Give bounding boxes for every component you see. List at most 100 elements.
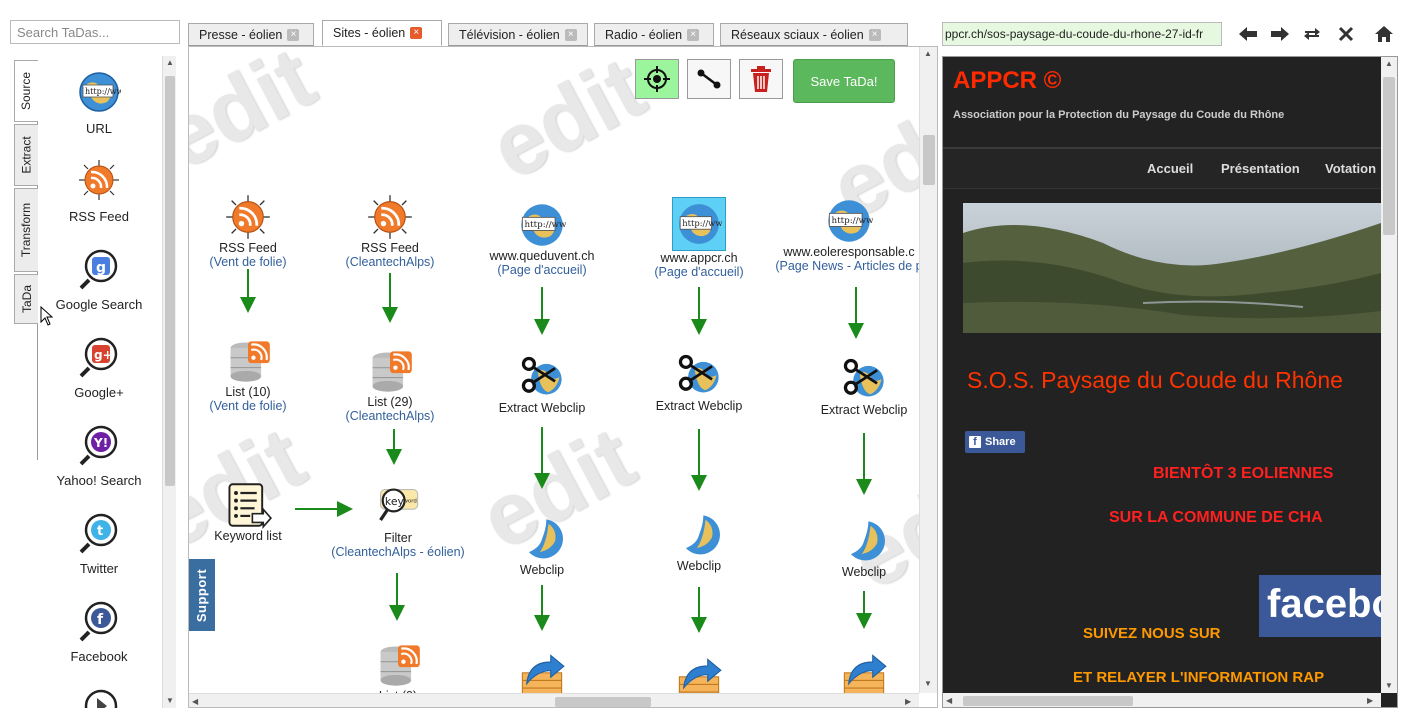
close-icon[interactable]: ×: [687, 28, 700, 41]
canvas-horizontal-scrollbar[interactable]: ◀ ▶: [189, 693, 919, 707]
connect-mode-button[interactable]: [635, 59, 679, 99]
node-filter[interactable]: key word Filter (CleantechAlps - éolien): [323, 483, 473, 559]
node-title: List (29): [367, 395, 413, 409]
node-subtitle: (Page News - Articles de p: [775, 259, 923, 273]
draw-connection-button[interactable]: [687, 59, 731, 99]
scroll-left-icon[interactable]: ◀: [192, 697, 198, 706]
node-extract-webclip[interactable]: Extract Webclip: [467, 353, 617, 415]
palette-label-twitter: Twitter: [79, 561, 119, 576]
close-icon[interactable]: ×: [868, 28, 881, 41]
tab-label: Réseaux sciaux - éolien: [731, 27, 864, 42]
node-webclip[interactable]: Webclip: [789, 517, 937, 579]
url-globe-icon: http://ww: [828, 200, 873, 242]
tab-source-label: Source: [19, 71, 34, 111]
node-title: www.eoleresponsable.c: [783, 245, 915, 259]
page-hscroll-thumb[interactable]: [963, 696, 1133, 706]
node-webclip[interactable]: Webclip: [624, 511, 774, 573]
scroll-up-icon[interactable]: ▲: [924, 49, 932, 58]
support-tab[interactable]: Support: [189, 559, 215, 631]
node-output[interactable]: [467, 651, 617, 699]
node-extract-webclip[interactable]: Extract Webclip: [789, 355, 937, 417]
site-nav-votation[interactable]: Votation: [1325, 161, 1376, 176]
back-arrow-icon[interactable]: [1236, 22, 1260, 46]
palette-item-facebook[interactable]: f Facebook: [38, 598, 160, 664]
node-url-selected[interactable]: http://ww www.appcr.ch (Page d'accueil): [624, 197, 774, 279]
close-icon[interactable]: ×: [287, 28, 300, 41]
palette-item-rss-feed[interactable]: RSS Feed: [38, 158, 160, 224]
palette-scrollbar[interactable]: ▲ ▼: [162, 56, 176, 708]
svg-text:http://ww: http://ww: [682, 218, 722, 228]
web-page-preview[interactable]: APPCR © Association pour la Protection d…: [942, 56, 1398, 708]
scroll-left-icon[interactable]: ◀: [946, 696, 952, 705]
refresh-icon[interactable]: [1300, 22, 1324, 46]
canvas-vscroll-thumb[interactable]: [923, 135, 935, 185]
delete-button[interactable]: [739, 59, 783, 99]
scissors-globe-icon: [521, 356, 562, 395]
node-subtitle: (Page d'accueil): [654, 265, 744, 279]
scissors-globe-icon: [843, 358, 884, 397]
url-globe-icon: http://ww: [79, 72, 124, 112]
node-title: Webclip: [841, 565, 887, 579]
tab-source[interactable]: Source: [14, 60, 38, 122]
scroll-down-icon[interactable]: ▼: [166, 696, 174, 705]
search-input[interactable]: [10, 20, 180, 44]
close-icon[interactable]: ×: [564, 28, 577, 41]
page-vertical-scrollbar[interactable]: ▲ ▼: [1381, 57, 1397, 693]
palette-label-google-plus: Google+: [74, 385, 124, 400]
node-extract-webclip[interactable]: Extract Webclip: [624, 351, 774, 413]
save-tada-button[interactable]: Save TaDa!: [793, 59, 895, 103]
palette-item-twitter[interactable]: t Twitter: [38, 510, 160, 576]
node-output[interactable]: [789, 651, 937, 699]
left-panel: Source Extract Transform TaDa http://ww …: [10, 20, 180, 708]
close-icon[interactable]: [1334, 22, 1358, 46]
home-icon[interactable]: [1372, 22, 1396, 46]
site-nav-presentation[interactable]: Présentation: [1221, 161, 1300, 176]
node-rss-feed[interactable]: RSS Feed (Vent de folie): [189, 193, 323, 269]
site-announcement: BIENTÔT 3 EOLIENNES: [1153, 465, 1334, 482]
scroll-right-icon[interactable]: ▶: [1367, 696, 1373, 705]
browser-url-field[interactable]: ppcr.ch/sos-paysage-du-coude-du-rhone-27…: [942, 22, 1222, 46]
node-keyword-list[interactable]: Keyword list: [189, 481, 323, 543]
scroll-up-icon[interactable]: ▲: [166, 58, 174, 67]
node-url[interactable]: http://ww www.eoleresponsable.c (Page Ne…: [759, 197, 937, 273]
facebook-logo[interactable]: facebo: [1259, 575, 1397, 637]
node-list[interactable]: List (10) (Vent de folie): [189, 337, 323, 413]
canvas-vertical-scrollbar[interactable]: ▲ ▼: [919, 47, 937, 693]
webclip-icon: [528, 519, 563, 559]
palette-scroll-thumb[interactable]: [165, 76, 175, 486]
tab-television-eolien[interactable]: Télévision - éolien ×: [448, 23, 588, 46]
palette-item-next[interactable]: [38, 686, 160, 708]
node-subtitle: (CleantechAlps): [345, 255, 435, 269]
palette-item-google-plus[interactable]: g+ Google+: [38, 334, 160, 400]
node-webclip[interactable]: Webclip: [467, 515, 617, 577]
node-url[interactable]: http://ww www.queduvent.ch (Page d'accue…: [467, 201, 617, 277]
tab-presse-eolien[interactable]: Presse - éolien ×: [188, 23, 314, 46]
facebook-share-button[interactable]: f Share: [965, 431, 1025, 453]
page-vscroll-thumb[interactable]: [1383, 77, 1395, 235]
forward-arrow-icon[interactable]: [1268, 22, 1292, 46]
site-nav-accueil[interactable]: Accueil: [1147, 161, 1193, 176]
flow-canvas[interactable]: edit edit edit edit edit edit: [188, 46, 938, 708]
page-horizontal-scrollbar[interactable]: ◀ ▶: [943, 693, 1381, 707]
filter-keyword-icon: key word: [379, 488, 419, 521]
scroll-right-icon[interactable]: ▶: [905, 697, 911, 706]
svg-text:http://ww: http://ww: [85, 87, 121, 96]
canvas-hscroll-thumb[interactable]: [555, 697, 651, 707]
database-rss-icon: [230, 341, 270, 382]
node-list[interactable]: List (29) (CleantechAlps): [315, 347, 465, 423]
tab-sites-eolien[interactable]: Sites - éolien ×: [322, 20, 442, 46]
tab-transform[interactable]: Transform: [14, 188, 38, 272]
tab-radio-eolien[interactable]: Radio - éolien ×: [594, 23, 714, 46]
yahoo-search-icon: Y!: [79, 425, 118, 466]
scroll-down-icon[interactable]: ▼: [1385, 681, 1393, 690]
tab-tada[interactable]: TaDa: [14, 274, 38, 324]
scroll-down-icon[interactable]: ▼: [924, 679, 932, 688]
palette-item-yahoo-search[interactable]: Y! Yahoo! Search: [38, 422, 160, 488]
close-icon[interactable]: ×: [410, 27, 423, 39]
tab-extract[interactable]: Extract: [14, 124, 38, 186]
scroll-up-icon[interactable]: ▲: [1385, 59, 1393, 68]
node-rss-feed[interactable]: RSS Feed (CleantechAlps): [315, 193, 465, 269]
palette-item-google-search[interactable]: g Google Search: [38, 246, 160, 312]
tab-reseaux-sociaux-eolien[interactable]: Réseaux sciaux - éolien ×: [720, 23, 908, 46]
palette-item-url[interactable]: http://ww URL: [38, 70, 160, 136]
